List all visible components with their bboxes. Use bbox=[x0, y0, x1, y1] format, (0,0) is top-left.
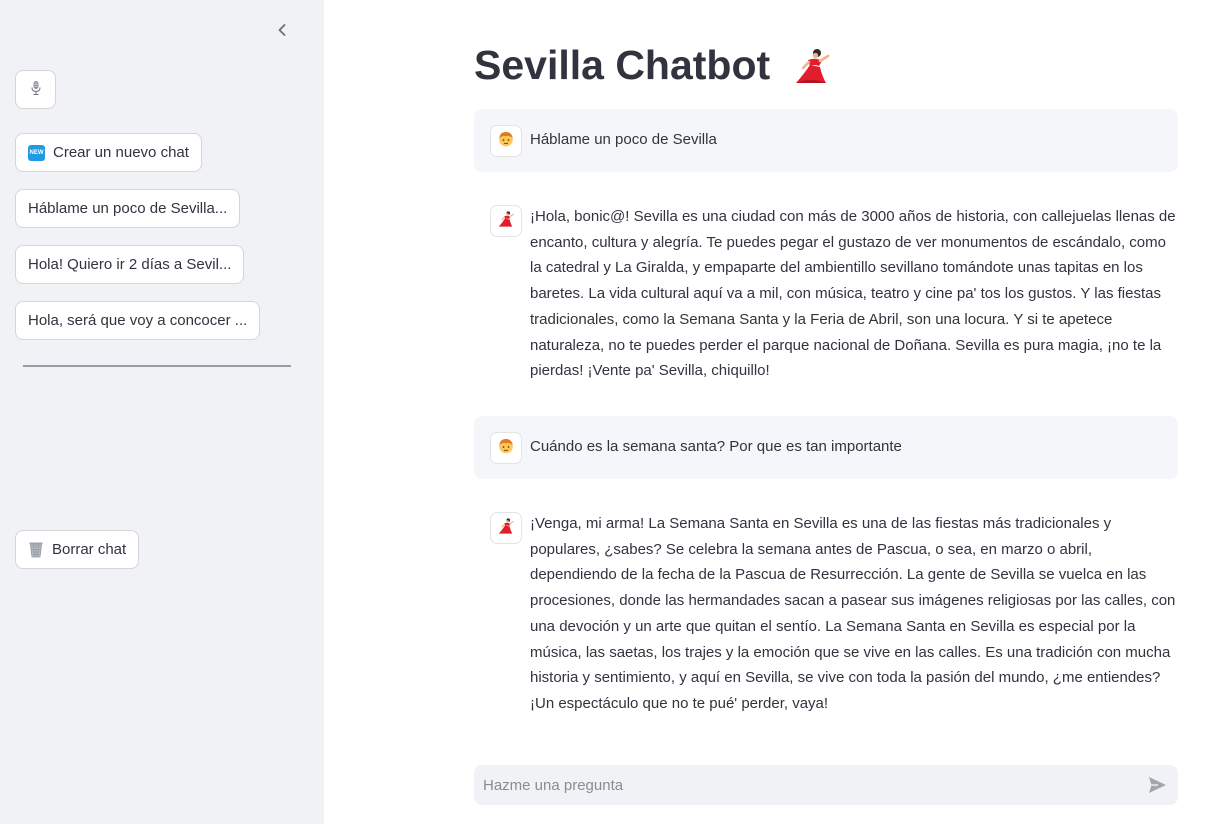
user-avatar bbox=[490, 432, 522, 464]
page-title: Sevilla Chatbot bbox=[474, 42, 832, 89]
main-content: Sevilla Chatbot Háblame un poco de Sevil… bbox=[474, 0, 1178, 824]
history-chat-label: Háblame un poco de Sevilla... bbox=[28, 200, 228, 217]
new-chat-button[interactable]: NEW Crear un nuevo chat bbox=[15, 133, 202, 172]
dancer-emoji-icon bbox=[792, 46, 832, 86]
send-icon[interactable] bbox=[1147, 775, 1168, 795]
user-avatar bbox=[490, 125, 522, 157]
clear-chat-button[interactable]: Borrar chat bbox=[15, 530, 140, 569]
sidebar-divider bbox=[23, 365, 291, 367]
chat-input-container bbox=[474, 765, 1178, 805]
chat-message-user: Cuándo es la semana santa? Por que es ta… bbox=[474, 416, 1178, 479]
message-text: Cuándo es la semana santa? Por que es ta… bbox=[530, 438, 902, 455]
new-chat-label: Crear un nuevo chat bbox=[53, 144, 189, 161]
chat-input[interactable] bbox=[474, 765, 1134, 805]
chevron-left-icon[interactable] bbox=[272, 20, 292, 40]
message-text: ¡Venga, mi arma! La Semana Santa en Sevi… bbox=[530, 515, 1176, 712]
chat-message-assistant: ¡Venga, mi arma! La Semana Santa en Sevi… bbox=[474, 497, 1178, 727]
history-chat-button[interactable]: Hola, será que voy a concocer ... bbox=[15, 301, 261, 340]
new-icon: NEW bbox=[28, 144, 45, 161]
history-chat-button[interactable]: Háblame un poco de Sevilla... bbox=[15, 189, 241, 228]
message-text: Háblame un poco de Sevilla bbox=[530, 131, 717, 148]
history-chat-label: Hola! Quiero ir 2 días a Sevil... bbox=[28, 256, 232, 273]
microphone-button[interactable] bbox=[15, 70, 56, 109]
sidebar: NEW Crear un nuevo chat Háblame un poco … bbox=[0, 0, 324, 824]
assistant-avatar bbox=[490, 205, 522, 237]
message-text: ¡Hola, bonic@! Sevilla es una ciudad con… bbox=[530, 208, 1176, 380]
chat-message-user: Háblame un poco de Sevilla bbox=[474, 109, 1178, 172]
page-title-text: Sevilla Chatbot bbox=[474, 42, 771, 88]
assistant-avatar bbox=[490, 512, 522, 544]
clear-chat-label: Borrar chat bbox=[52, 541, 127, 558]
history-chat-label: Hola, será que voy a concocer ... bbox=[28, 312, 248, 329]
dancer-emoji-icon bbox=[497, 517, 515, 540]
wastebasket-icon bbox=[28, 541, 44, 558]
chat-message-assistant: ¡Hola, bonic@! Sevilla es una ciudad con… bbox=[474, 190, 1178, 395]
microphone-icon bbox=[29, 80, 43, 100]
dancer-emoji-icon bbox=[497, 210, 515, 233]
person-emoji-icon bbox=[497, 437, 515, 460]
person-emoji-icon bbox=[497, 130, 515, 153]
history-chat-button[interactable]: Hola! Quiero ir 2 días a Sevil... bbox=[15, 245, 245, 284]
